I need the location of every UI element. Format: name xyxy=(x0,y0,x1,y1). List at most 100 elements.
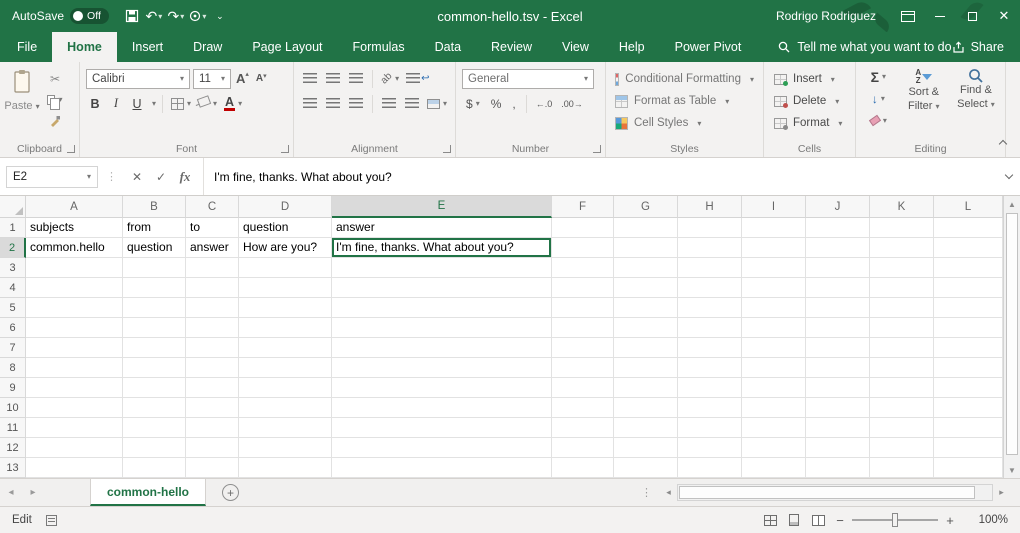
cell-G3[interactable] xyxy=(614,258,678,278)
cell-H13[interactable] xyxy=(678,458,742,478)
cell-I2[interactable] xyxy=(742,238,806,258)
row-header-7[interactable]: 7 xyxy=(0,338,26,358)
decrease-decimal-button[interactable]: .00→ xyxy=(558,99,586,109)
cell-I4[interactable] xyxy=(742,278,806,298)
cell-F8[interactable] xyxy=(552,358,614,378)
cell-H3[interactable] xyxy=(678,258,742,278)
cell-H2[interactable] xyxy=(678,238,742,258)
tab-formulas[interactable]: Formulas xyxy=(338,32,420,62)
row-header-6[interactable]: 6 xyxy=(0,318,26,338)
cell-F13[interactable] xyxy=(552,458,614,478)
cell-B9[interactable] xyxy=(123,378,186,398)
cell-H7[interactable] xyxy=(678,338,742,358)
format-painter-button[interactable] xyxy=(43,112,67,129)
cell-B4[interactable] xyxy=(123,278,186,298)
cell-K12[interactable] xyxy=(870,438,934,458)
cell-F10[interactable] xyxy=(552,398,614,418)
cell-C6[interactable] xyxy=(186,318,239,338)
cell-H11[interactable] xyxy=(678,418,742,438)
vertical-scrollbar-thumb[interactable] xyxy=(1006,213,1018,455)
cell-G7[interactable] xyxy=(614,338,678,358)
cell-G13[interactable] xyxy=(614,458,678,478)
tell-me-box[interactable]: Tell me what you want to do xyxy=(778,32,951,62)
cell-E3[interactable] xyxy=(332,258,552,278)
cell-I8[interactable] xyxy=(742,358,806,378)
cell-A8[interactable] xyxy=(26,358,123,378)
cell-A9[interactable] xyxy=(26,378,123,398)
cell-K11[interactable] xyxy=(870,418,934,438)
cell-B12[interactable] xyxy=(123,438,186,458)
cell-J1[interactable] xyxy=(806,218,870,238)
increase-font-size-button[interactable]: A▴ xyxy=(234,71,251,86)
expand-formula-bar-button[interactable] xyxy=(998,175,1020,178)
cell-J9[interactable] xyxy=(806,378,870,398)
zoom-in-button[interactable]: + xyxy=(940,513,960,528)
cell-F1[interactable] xyxy=(552,218,614,238)
cell-C4[interactable] xyxy=(186,278,239,298)
cell-B1[interactable]: from xyxy=(123,218,186,238)
cell-B6[interactable] xyxy=(123,318,186,338)
zoom-out-button[interactable]: − xyxy=(830,513,850,528)
column-header-F[interactable]: F xyxy=(552,196,614,218)
cell-C5[interactable] xyxy=(186,298,239,318)
cell-J10[interactable] xyxy=(806,398,870,418)
accounting-format-button[interactable]: $▾ xyxy=(462,94,484,114)
top-align-button[interactable] xyxy=(300,69,320,89)
font-dialog-launcher[interactable] xyxy=(281,145,289,153)
cell-B10[interactable] xyxy=(123,398,186,418)
cell-F3[interactable] xyxy=(552,258,614,278)
cell-H10[interactable] xyxy=(678,398,742,418)
cell-A11[interactable] xyxy=(26,418,123,438)
comma-style-button[interactable]: , xyxy=(508,94,519,114)
wrap-text-button[interactable]: ↩ xyxy=(404,69,431,89)
cell-C7[interactable] xyxy=(186,338,239,358)
cell-L10[interactable] xyxy=(934,398,1003,418)
column-header-L[interactable]: L xyxy=(934,196,1003,218)
cell-B13[interactable] xyxy=(123,458,186,478)
cell-A3[interactable] xyxy=(26,258,123,278)
cell-E12[interactable] xyxy=(332,438,552,458)
clipboard-dialog-launcher[interactable] xyxy=(67,145,75,153)
cell-A1[interactable]: subjects xyxy=(26,218,123,238)
tab-home[interactable]: Home xyxy=(52,32,117,62)
column-header-A[interactable]: A xyxy=(26,196,123,218)
column-header-K[interactable]: K xyxy=(870,196,934,218)
new-sheet-button[interactable]: + xyxy=(222,484,239,501)
bold-button[interactable]: B xyxy=(86,97,104,111)
borders-button[interactable]: ▾ xyxy=(169,94,193,114)
cell-D4[interactable] xyxy=(239,278,332,298)
font-name-select[interactable]: Calibri▾ xyxy=(86,69,190,89)
cell-F2[interactable] xyxy=(552,238,614,258)
page-break-preview-button[interactable] xyxy=(806,512,830,528)
tab-page-layout[interactable]: Page Layout xyxy=(237,32,337,62)
find-select-button[interactable]: Find & Select▾ xyxy=(951,67,1001,130)
cell-K10[interactable] xyxy=(870,398,934,418)
previous-sheet-button[interactable]: ◂ xyxy=(0,479,22,506)
sort-filter-button[interactable]: AZ Sort & Filter▾ xyxy=(899,67,949,130)
cell-L7[interactable] xyxy=(934,338,1003,358)
name-box[interactable]: E2 ▾ xyxy=(6,166,98,188)
cell-G8[interactable] xyxy=(614,358,678,378)
align-left-button[interactable] xyxy=(300,94,320,114)
cell-F6[interactable] xyxy=(552,318,614,338)
cell-L13[interactable] xyxy=(934,458,1003,478)
tab-splitter-handle[interactable]: ⋮ xyxy=(641,479,652,506)
orientation-button[interactable]: ab▾ xyxy=(379,69,401,89)
number-format-select[interactable]: General▾ xyxy=(462,69,594,89)
tab-insert[interactable]: Insert xyxy=(117,32,178,62)
cell-G6[interactable] xyxy=(614,318,678,338)
cell-E4[interactable] xyxy=(332,278,552,298)
cell-B5[interactable] xyxy=(123,298,186,318)
bottom-align-button[interactable] xyxy=(346,69,366,89)
cell-L4[interactable] xyxy=(934,278,1003,298)
cell-L3[interactable] xyxy=(934,258,1003,278)
cell-I11[interactable] xyxy=(742,418,806,438)
alignment-dialog-launcher[interactable] xyxy=(443,145,451,153)
tab-file[interactable]: File xyxy=(2,32,52,62)
cell-G1[interactable] xyxy=(614,218,678,238)
undo-button[interactable]: ↶▾ xyxy=(143,3,165,29)
horizontal-scrollbar[interactable]: ◂ ▸ xyxy=(660,479,1010,506)
cell-K3[interactable] xyxy=(870,258,934,278)
cell-B2[interactable]: question xyxy=(123,238,186,258)
format-as-table-button[interactable]: Format as Table ▾ xyxy=(610,90,759,112)
